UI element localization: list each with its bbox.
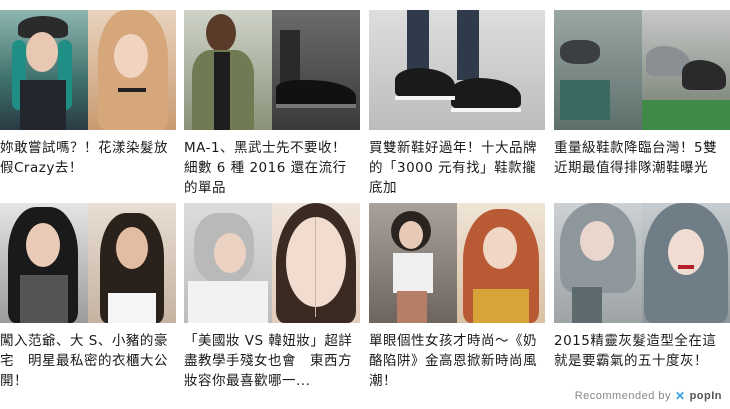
article-title[interactable]: 妳敢嘗試嗎？！花漾染髮放假Crazy去！ (0, 138, 176, 198)
recommended-by-footer[interactable]: Recommended by ✕ popIn (575, 389, 722, 403)
article-thumbnail[interactable] (554, 203, 730, 323)
article-title[interactable]: 2015精靈灰髮造型全在這就是要霸氣的五十度灰！ (554, 331, 730, 391)
popin-x-icon: ✕ (675, 389, 686, 403)
article-card[interactable]: 重量級鞋款降臨台灣！5雙近期最值得排隊潮鞋曝光 (554, 10, 730, 198)
article-title[interactable]: 買雙新鞋好過年！十大品牌的「3000 元有找」鞋款攏底加 (369, 138, 545, 198)
article-thumbnail[interactable] (554, 10, 730, 130)
article-card[interactable]: 單眼個性女孩才時尚～《奶酪陷阱》金高恩掀新時尚風潮！ (369, 203, 545, 391)
article-title[interactable]: MA-1、黑武士先不要收！細數 6 種 2016 還在流行的單品 (184, 138, 360, 198)
article-card[interactable]: MA-1、黑武士先不要收！細數 6 種 2016 還在流行的單品 (184, 10, 360, 198)
recommended-by-label: Recommended by (574, 390, 671, 402)
article-thumbnail[interactable] (0, 203, 176, 323)
popin-brand[interactable]: popIn (690, 390, 722, 402)
article-card[interactable]: 2015精靈灰髮造型全在這就是要霸氣的五十度灰！ (554, 203, 730, 391)
article-thumbnail[interactable] (0, 10, 176, 130)
article-thumbnail[interactable] (369, 10, 545, 130)
article-card[interactable]: 買雙新鞋好過年！十大品牌的「3000 元有找」鞋款攏底加 (369, 10, 545, 198)
article-title[interactable]: 單眼個性女孩才時尚～《奶酪陷阱》金高恩掀新時尚風潮！ (369, 331, 545, 391)
article-card[interactable]: 「美國妝 VS 韓妞妝」超詳盡教學手殘女也會 東西方妝容你最喜歡哪一... (184, 203, 360, 391)
article-title[interactable]: 重量級鞋款降臨台灣！5雙近期最值得排隊潮鞋曝光 (554, 138, 730, 198)
article-thumbnail[interactable] (184, 10, 360, 130)
article-thumbnail[interactable] (184, 203, 360, 323)
article-card[interactable]: 闖入范爺、大 S、小豬的豪宅 明星最私密的衣櫃大公開！ (0, 203, 176, 391)
article-title[interactable]: 闖入范爺、大 S、小豬的豪宅 明星最私密的衣櫃大公開！ (0, 331, 176, 391)
article-card[interactable]: 妳敢嘗試嗎？！花漾染髮放假Crazy去！ (0, 10, 176, 198)
article-title[interactable]: 「美國妝 VS 韓妞妝」超詳盡教學手殘女也會 東西方妝容你最喜歡哪一... (184, 331, 360, 391)
article-thumbnail[interactable] (369, 203, 545, 323)
